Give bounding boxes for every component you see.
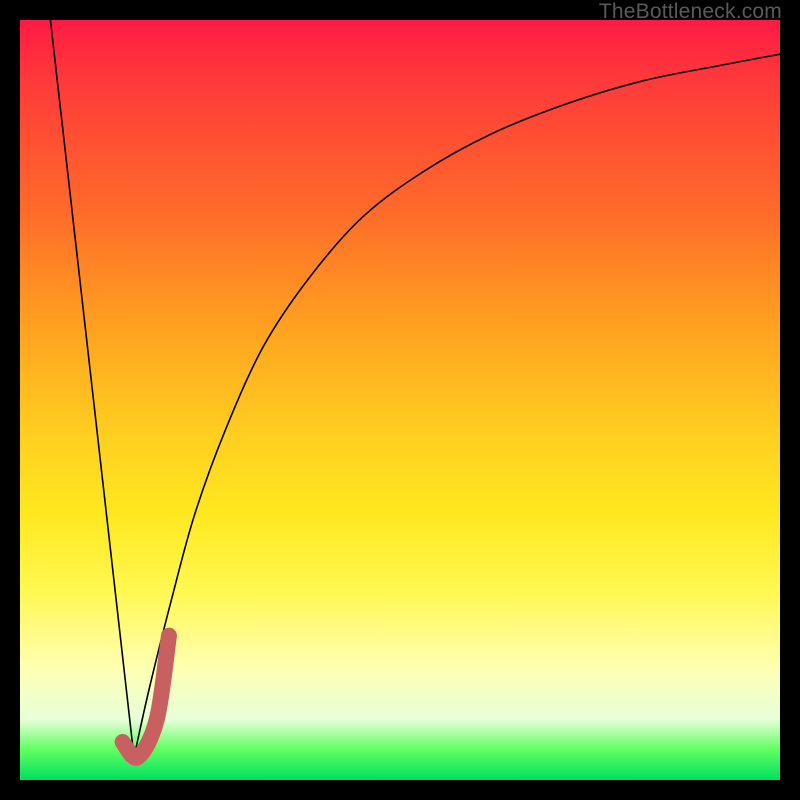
bottleneck-curve-left	[50, 20, 134, 757]
bottleneck-curve-right	[134, 54, 780, 757]
indicator-j-mark	[123, 636, 169, 758]
chart-canvas	[20, 20, 780, 780]
watermark-text: TheBottleneck.com	[599, 0, 782, 24]
chart-frame: TheBottleneck.com	[0, 0, 800, 800]
